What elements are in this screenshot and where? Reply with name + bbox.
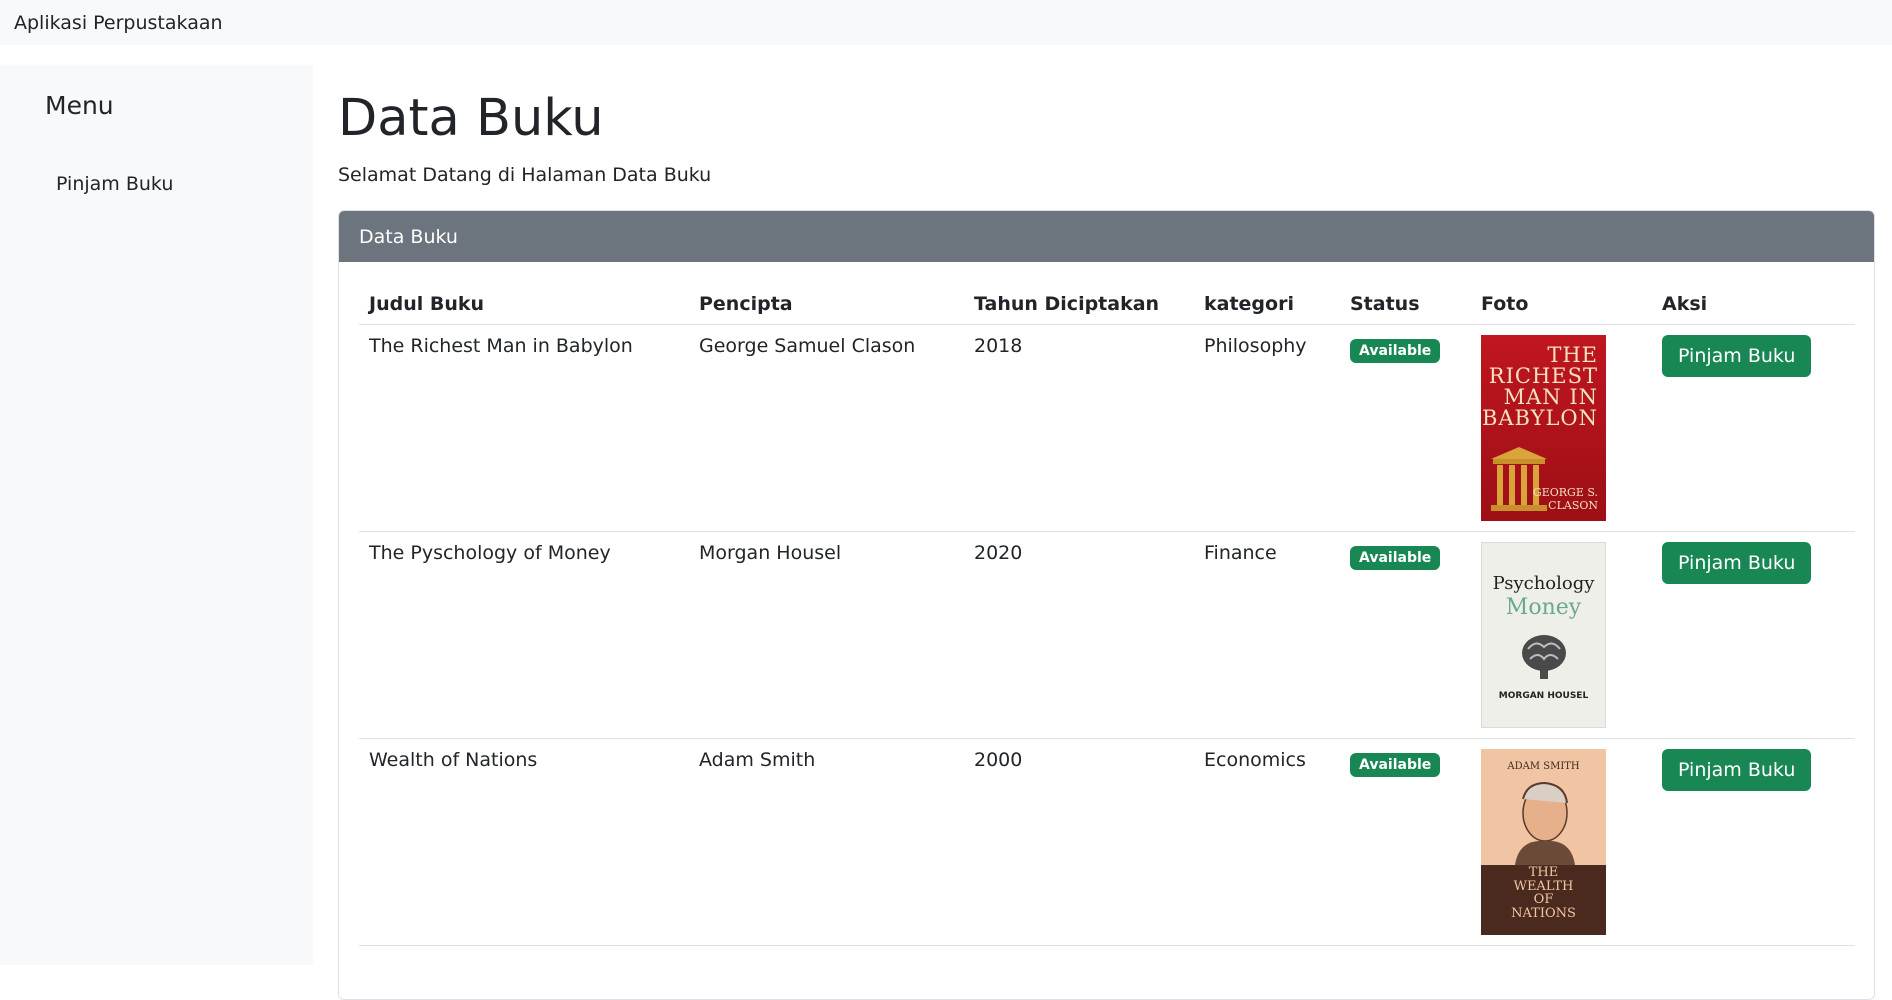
- cover-title: Psychology: [1492, 572, 1595, 594]
- cell-action: Pinjam Buku: [1652, 324, 1855, 532]
- cell-photo: ADAM SMITH THE WEALTH OF NATIONS: [1471, 738, 1652, 946]
- column-header-photo: Foto: [1471, 284, 1652, 325]
- cell-year: 2020: [964, 531, 1194, 739]
- table-row: Wealth of Nations Adam Smith 2000 Econom…: [359, 738, 1855, 946]
- page-title: Data Buku: [338, 89, 604, 148]
- data-card: Data Buku Judul Buku Pencipta Tahun Dici…: [338, 210, 1875, 1000]
- cell-title: The Pyschology of Money: [359, 531, 689, 739]
- cell-status: Available: [1340, 531, 1471, 739]
- cell-author: George Samuel Clason: [689, 324, 964, 532]
- cell-author: Adam Smith: [689, 738, 964, 946]
- top-navbar: Aplikasi Perpustakaan: [0, 0, 1892, 45]
- table-row: The Pyschology of Money Morgan Housel 20…: [359, 531, 1855, 739]
- status-badge: Available: [1350, 752, 1441, 777]
- book-cover-image: ADAM SMITH THE WEALTH OF NATIONS: [1481, 748, 1606, 935]
- brain-icon: [1522, 634, 1566, 679]
- cell-photo: Psychology Money MORGAN HOUSEL: [1471, 531, 1652, 739]
- cover-author: MORGAN HOUSEL: [1498, 690, 1589, 701]
- cell-action: Pinjam Buku: [1652, 738, 1855, 946]
- column-header-status: Status: [1340, 284, 1471, 325]
- column-header-title: Judul Buku: [359, 284, 689, 325]
- table-row: The Richest Man in Babylon George Samuel…: [359, 324, 1855, 532]
- cell-status: Available: [1340, 738, 1471, 946]
- cover-title: THE RICHEST MAN IN BABYLON: [1481, 342, 1598, 430]
- column-header-action: Aksi: [1652, 284, 1855, 325]
- column-header-category: kategori: [1194, 284, 1340, 325]
- pinjam-buku-button[interactable]: Pinjam Buku: [1662, 334, 1812, 377]
- sidebar-heading: Menu: [45, 91, 114, 120]
- cover-author: GEORGE S. CLASON: [1532, 486, 1598, 513]
- books-table: Judul Buku Pencipta Tahun Diciptakan kat…: [359, 284, 1855, 946]
- pinjam-buku-button[interactable]: Pinjam Buku: [1662, 541, 1812, 584]
- cell-year: 2018: [964, 324, 1194, 532]
- cell-title: Wealth of Nations: [359, 738, 689, 946]
- sidebar-item-pinjam-buku[interactable]: Pinjam Buku: [56, 173, 173, 195]
- card-header: Data Buku: [339, 211, 1874, 262]
- book-cover-image: THE RICHEST MAN IN BABYLON GEORGE S. CLA…: [1481, 334, 1606, 521]
- portrait-icon: [1515, 781, 1575, 865]
- app-brand[interactable]: Aplikasi Perpustakaan: [14, 12, 223, 34]
- table-header-row: Judul Buku Pencipta Tahun Diciptakan kat…: [359, 284, 1855, 325]
- status-badge: Available: [1350, 338, 1441, 363]
- column-header-author: Pencipta: [689, 284, 964, 325]
- cover-title: THE WEALTH OF NATIONS: [1511, 864, 1576, 921]
- cover-author: ADAM SMITH: [1507, 760, 1580, 772]
- pinjam-buku-button[interactable]: Pinjam Buku: [1662, 748, 1812, 791]
- cover-subtitle: Money: [1505, 594, 1582, 620]
- cell-author: Morgan Housel: [689, 531, 964, 739]
- cell-photo: THE RICHEST MAN IN BABYLON GEORGE S. CLA…: [1471, 324, 1652, 532]
- cell-category: Economics: [1194, 738, 1340, 946]
- cell-action: Pinjam Buku: [1652, 531, 1855, 739]
- book-cover-image: Psychology Money MORGAN HOUSEL: [1481, 541, 1606, 728]
- page-subtitle: Selamat Datang di Halaman Data Buku: [338, 164, 712, 186]
- cell-category: Finance: [1194, 531, 1340, 739]
- cell-category: Philosophy: [1194, 324, 1340, 532]
- sidebar: Menu Pinjam Buku: [0, 65, 313, 965]
- cell-title: The Richest Man in Babylon: [359, 324, 689, 532]
- cell-status: Available: [1340, 324, 1471, 532]
- cell-year: 2000: [964, 738, 1194, 946]
- status-badge: Available: [1350, 545, 1441, 570]
- column-header-year: Tahun Diciptakan: [964, 284, 1194, 325]
